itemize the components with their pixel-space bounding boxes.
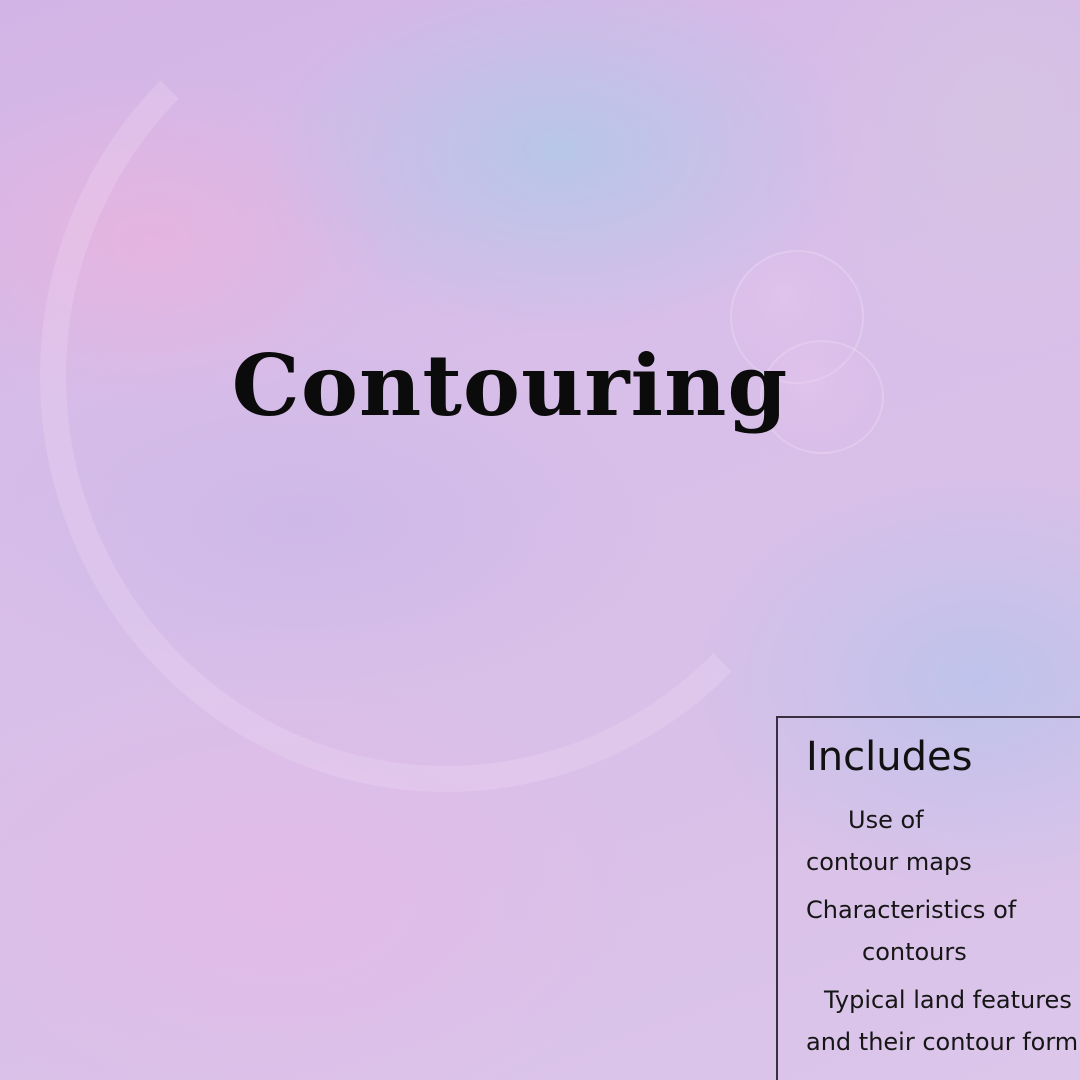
list-item: contour maps [806,848,972,876]
list-item: Characteristics of [806,896,1017,924]
list-item: Use of [848,806,924,834]
list-item: Typical land features [824,986,1072,1014]
panel-heading: Includes [806,734,973,780]
includes-panel: Includes Use of contour maps Characteris… [776,716,1080,1080]
page-title: Contouring [231,336,789,435]
list-item: and their contour form [806,1028,1079,1056]
list-item: contours [862,938,967,966]
